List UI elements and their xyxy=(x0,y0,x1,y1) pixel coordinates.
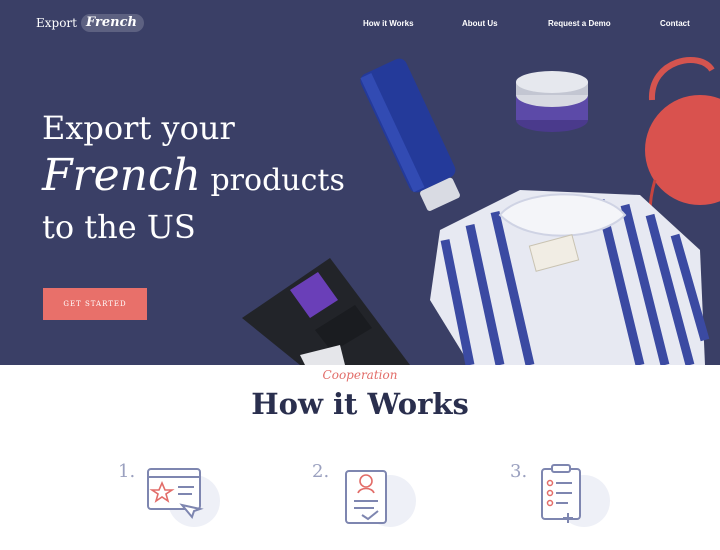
nav-about-us[interactable]: About Us xyxy=(462,19,498,28)
brand-prefix: Export xyxy=(36,16,77,30)
nav-request-demo[interactable]: Request a Demo xyxy=(548,19,611,28)
hero-headline: Export your French products to the US xyxy=(42,105,345,251)
step-2-number: 2. xyxy=(312,461,330,482)
top-nav: Export French How it Works About Us Requ… xyxy=(0,0,720,48)
brand-highlight: French xyxy=(81,14,144,32)
cream-jar xyxy=(516,71,588,132)
brand-logo[interactable]: Export French xyxy=(36,14,144,32)
striped-shirt xyxy=(430,190,710,365)
handbag-strap xyxy=(648,57,715,101)
protein-pouch xyxy=(242,258,410,365)
cream-tube xyxy=(360,58,460,211)
section-eyebrow: Cooperation xyxy=(322,368,398,382)
profile-document-icon xyxy=(345,470,416,527)
step-3-number: 3. xyxy=(510,461,528,482)
browser-star-icon xyxy=(147,468,220,527)
headline-line-2: French products xyxy=(42,152,345,204)
headline-line-2-rest: products xyxy=(200,163,345,198)
nav-how-it-works[interactable]: How it Works xyxy=(363,19,414,28)
checklist-clipboard-icon xyxy=(541,464,610,527)
hero-section: Export French How it Works About Us Requ… xyxy=(0,0,720,365)
step-1-number: 1. xyxy=(118,461,136,482)
handbag xyxy=(645,95,720,205)
get-started-button[interactable]: GET STARTED xyxy=(43,288,147,320)
how-it-works-section: Cooperation How it Works 1. 2. 3. xyxy=(0,365,720,550)
section-title: How it Works xyxy=(251,387,469,421)
headline-emphasis: French xyxy=(42,150,201,201)
headline-line-1: Export your xyxy=(42,109,235,147)
nav-contact[interactable]: Contact xyxy=(660,19,690,28)
headline-line-3: to the US xyxy=(42,208,196,246)
